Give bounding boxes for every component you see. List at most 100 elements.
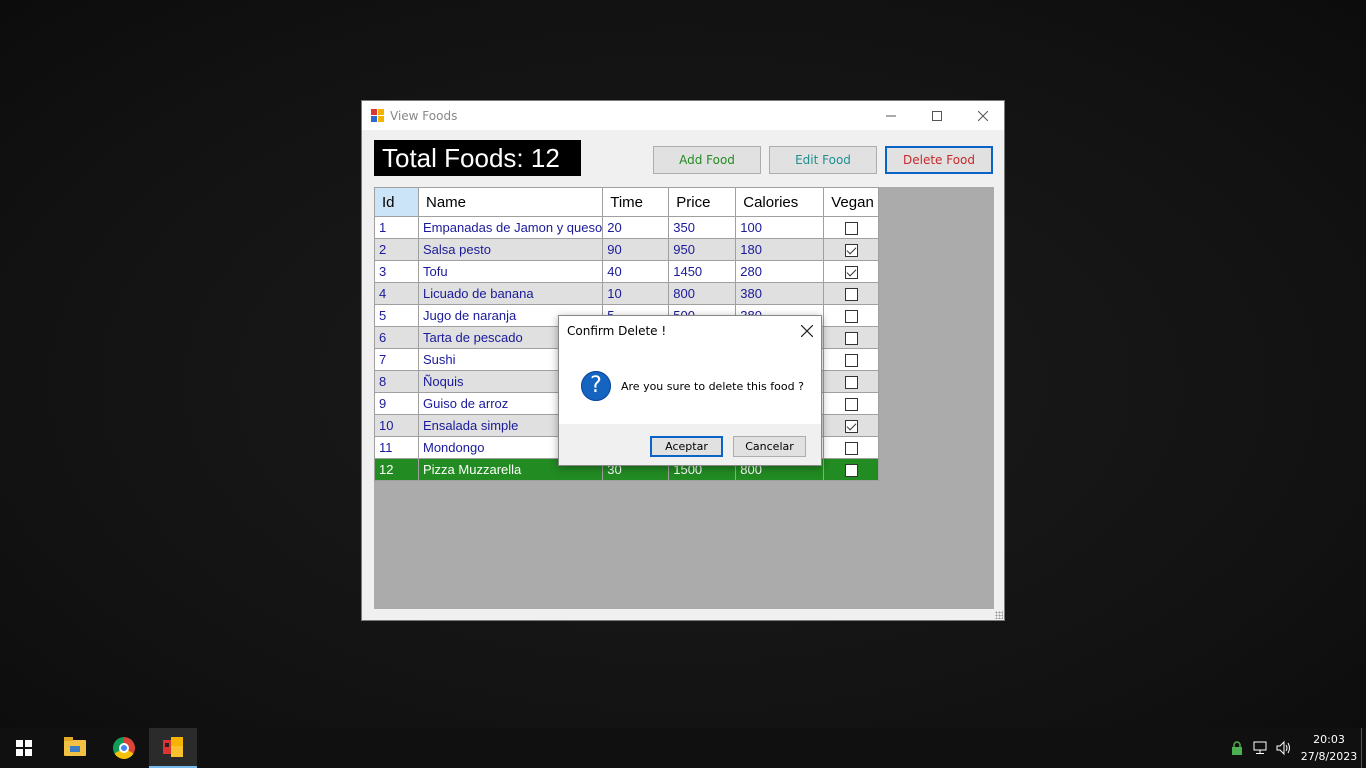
close-icon bbox=[800, 324, 814, 338]
clock-date: 27/8/2023 bbox=[1300, 750, 1358, 763]
minimize-icon bbox=[886, 115, 896, 116]
cell-vegan[interactable] bbox=[823, 238, 880, 261]
cell-name[interactable]: Tofu bbox=[417, 260, 604, 283]
header-row: Id Name Time Price Calories Vegan bbox=[374, 187, 880, 217]
lock-icon[interactable] bbox=[1228, 728, 1246, 768]
column-header-id[interactable]: Id bbox=[374, 187, 419, 217]
cell-vegan[interactable] bbox=[823, 436, 880, 459]
column-header-time[interactable]: Time bbox=[602, 187, 670, 217]
question-icon: ? bbox=[581, 371, 611, 401]
column-header-name[interactable]: Name bbox=[417, 187, 604, 217]
vegan-checkbox[interactable] bbox=[844, 420, 858, 434]
vegan-checkbox[interactable] bbox=[844, 244, 858, 258]
vegan-checkbox[interactable] bbox=[844, 398, 858, 412]
cell-time[interactable]: 20 bbox=[602, 216, 670, 239]
clock-time: 20:03 bbox=[1313, 733, 1345, 746]
cell-price[interactable]: 800 bbox=[668, 282, 737, 305]
cell-name[interactable]: Empanadas de Jamon y queso bbox=[417, 216, 604, 239]
cell-calories[interactable]: 280 bbox=[735, 260, 825, 283]
taskbar-clock[interactable]: 20:03 27/8/2023 bbox=[1298, 731, 1360, 765]
table-row[interactable]: 2 Salsa pesto 90 950 180 bbox=[374, 238, 880, 261]
dialog-footer: Aceptar Cancelar bbox=[559, 424, 821, 465]
cell-id[interactable]: 4 bbox=[374, 282, 419, 305]
cell-time[interactable]: 40 bbox=[602, 260, 670, 283]
file-explorer-icon bbox=[64, 737, 86, 756]
cell-calories[interactable]: 180 bbox=[735, 238, 825, 261]
cell-id[interactable]: 2 bbox=[374, 238, 419, 261]
cell-id[interactable]: 7 bbox=[374, 348, 419, 371]
cell-vegan[interactable] bbox=[823, 326, 880, 349]
cell-price[interactable]: 1450 bbox=[668, 260, 737, 283]
cell-name[interactable]: Licuado de banana bbox=[417, 282, 604, 305]
column-header-calories[interactable]: Calories bbox=[735, 187, 825, 217]
window-title: View Foods bbox=[390, 109, 458, 123]
table-row[interactable]: 1 Empanadas de Jamon y queso 20 350 100 bbox=[374, 216, 880, 239]
edit-food-button[interactable]: Edit Food bbox=[769, 146, 877, 174]
resize-grip[interactable] bbox=[995, 611, 1003, 619]
cell-price[interactable]: 350 bbox=[668, 216, 737, 239]
cell-vegan[interactable] bbox=[823, 348, 880, 371]
maximize-icon bbox=[932, 110, 942, 121]
cell-price[interactable]: 950 bbox=[668, 238, 737, 261]
confirm-delete-dialog: Confirm Delete ! ? Are you sure to delet… bbox=[558, 315, 822, 466]
dialog-title: Confirm Delete ! bbox=[567, 324, 667, 338]
minimize-button[interactable] bbox=[868, 101, 914, 130]
cell-time[interactable]: 90 bbox=[602, 238, 670, 261]
cell-id[interactable]: 9 bbox=[374, 392, 419, 415]
vegan-checkbox[interactable] bbox=[844, 332, 858, 346]
table-row[interactable]: 3 Tofu 40 1450 280 bbox=[374, 260, 880, 283]
chrome-icon bbox=[113, 737, 135, 759]
cell-vegan[interactable] bbox=[823, 282, 880, 305]
network-icon[interactable] bbox=[1251, 728, 1271, 768]
vegan-checkbox[interactable] bbox=[844, 266, 858, 280]
show-desktop-button[interactable] bbox=[1361, 728, 1362, 768]
taskbar-food-app[interactable] bbox=[149, 728, 197, 768]
window-titlebar[interactable]: View Foods bbox=[362, 101, 1004, 130]
cell-calories[interactable]: 100 bbox=[735, 216, 825, 239]
cell-vegan[interactable] bbox=[823, 260, 880, 283]
vegan-checkbox[interactable] bbox=[844, 310, 858, 324]
taskbar: 20:03 27/8/2023 bbox=[0, 728, 1366, 768]
cell-time[interactable]: 10 bbox=[602, 282, 670, 305]
close-icon bbox=[978, 110, 988, 121]
vegan-checkbox[interactable] bbox=[844, 464, 858, 478]
cell-vegan[interactable] bbox=[823, 392, 880, 415]
cell-vegan[interactable] bbox=[823, 370, 880, 393]
taskbar-file-explorer[interactable] bbox=[51, 728, 99, 768]
accept-button[interactable]: Aceptar bbox=[650, 436, 723, 457]
dialog-close-button[interactable] bbox=[795, 320, 819, 342]
vegan-checkbox[interactable] bbox=[844, 376, 858, 390]
delete-food-button[interactable]: Delete Food bbox=[885, 146, 993, 174]
vegan-checkbox[interactable] bbox=[844, 288, 858, 302]
cell-id[interactable]: 11 bbox=[374, 436, 419, 459]
table-row[interactable]: 4 Licuado de banana 10 800 380 bbox=[374, 282, 880, 305]
cell-id[interactable]: 1 bbox=[374, 216, 419, 239]
cell-id[interactable]: 10 bbox=[374, 414, 419, 437]
cell-vegan[interactable] bbox=[823, 216, 880, 239]
start-button[interactable] bbox=[0, 728, 48, 768]
cell-id[interactable]: 12 bbox=[374, 458, 419, 481]
close-button[interactable] bbox=[960, 101, 1006, 130]
volume-icon[interactable] bbox=[1274, 728, 1294, 768]
cell-id[interactable]: 5 bbox=[374, 304, 419, 327]
cancel-button[interactable]: Cancelar bbox=[733, 436, 806, 457]
total-foods-label: Total Foods: 12 bbox=[374, 140, 581, 176]
taskbar-chrome[interactable] bbox=[100, 728, 148, 768]
add-food-button[interactable]: Add Food bbox=[653, 146, 761, 174]
column-header-price[interactable]: Price bbox=[668, 187, 737, 217]
cell-name[interactable]: Salsa pesto bbox=[417, 238, 604, 261]
cell-vegan[interactable] bbox=[823, 414, 880, 437]
vegan-checkbox[interactable] bbox=[844, 442, 858, 456]
cell-vegan[interactable] bbox=[823, 458, 880, 481]
cell-vegan[interactable] bbox=[823, 304, 880, 327]
cell-calories[interactable]: 380 bbox=[735, 282, 825, 305]
cell-id[interactable]: 8 bbox=[374, 370, 419, 393]
vegan-checkbox[interactable] bbox=[844, 222, 858, 236]
vegan-checkbox[interactable] bbox=[844, 354, 858, 368]
cell-id[interactable]: 6 bbox=[374, 326, 419, 349]
maximize-button[interactable] bbox=[914, 101, 960, 130]
cell-id[interactable]: 3 bbox=[374, 260, 419, 283]
dialog-message: Are you sure to delete this food ? bbox=[621, 380, 804, 393]
app-icon bbox=[371, 109, 384, 122]
column-header-vegan[interactable]: Vegan bbox=[823, 187, 880, 217]
